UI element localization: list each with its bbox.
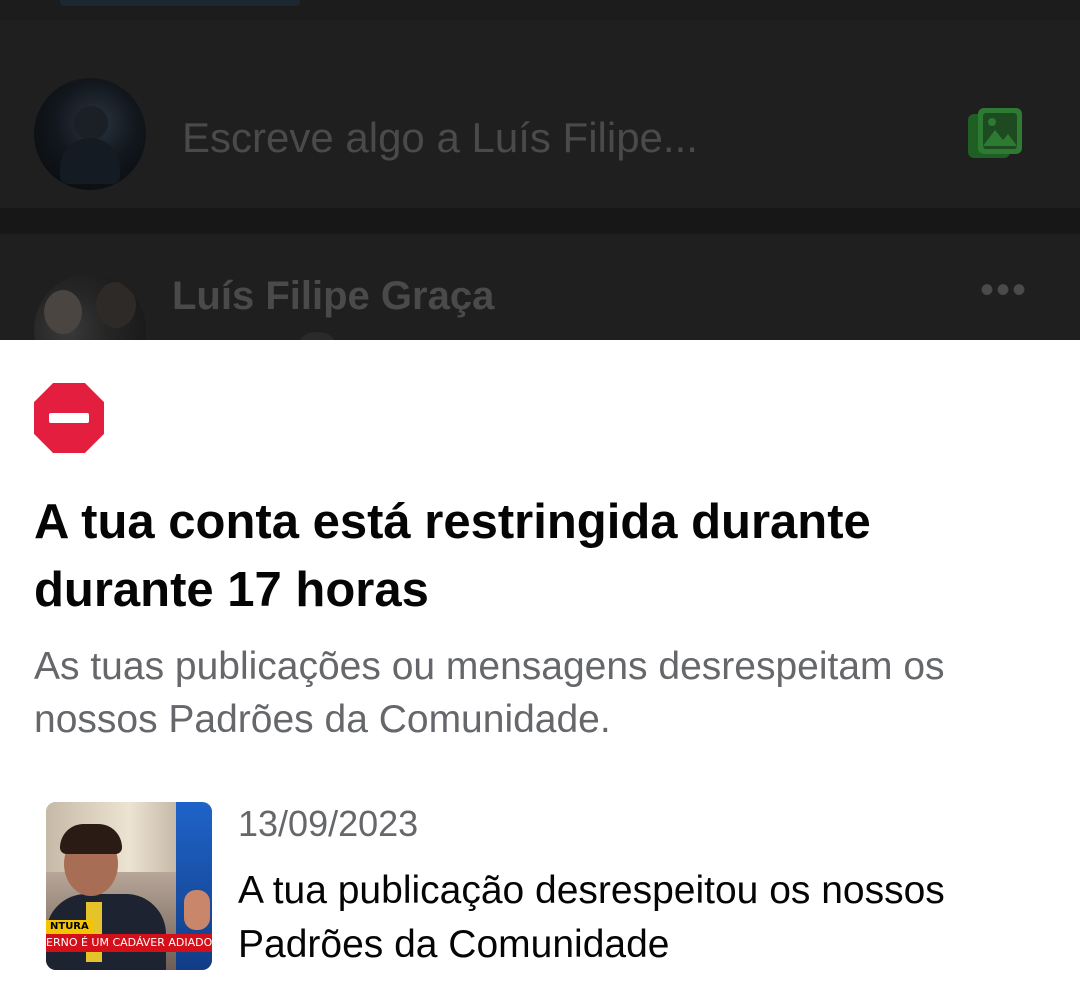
restriction-title: A tua conta está restringida durante dur… — [34, 495, 871, 617]
top-bar — [0, 0, 1080, 20]
top-bar-accent — [60, 0, 300, 6]
post-meta-fragment — [300, 332, 334, 340]
violation-item[interactable]: NTURA ERNO É UM CADÁVER ADIADO" 13/09/20… — [0, 802, 1080, 982]
background-feed: Escreve algo a Luís Filipe... Luís Filip… — [0, 0, 1080, 340]
feed-post: Luís Filipe Graça ••• — [0, 234, 1080, 340]
post-composer[interactable]: Escreve algo a Luís Filipe... — [0, 20, 1080, 208]
avatar-face — [96, 282, 136, 328]
stop-sign-icon — [34, 383, 104, 453]
feed-divider — [0, 208, 1080, 234]
more-options-icon[interactable]: ••• — [980, 270, 1028, 310]
restriction-description: As tuas publicações ou mensagens desresp… — [34, 645, 945, 741]
avatar-body — [60, 138, 120, 184]
post-author-name[interactable]: Luís Filipe Graça — [172, 274, 494, 319]
post-author-avatar[interactable] — [34, 274, 146, 340]
thumbnail-ticker-tag: NTURA — [46, 920, 93, 934]
avatar-face — [44, 290, 82, 334]
thumbnail-ticker: ERNO É UM CADÁVER ADIADO" — [46, 934, 212, 952]
avatar-head — [74, 106, 108, 140]
composer-placeholder[interactable]: Escreve algo a Luís Filipe... — [182, 114, 698, 162]
violation-thumbnail[interactable]: NTURA ERNO É UM CADÁVER ADIADO" — [46, 802, 212, 970]
photo-gallery-icon[interactable] — [966, 106, 1024, 162]
thumbnail-hair — [60, 824, 122, 854]
violation-date: 13/09/2023 — [238, 803, 419, 844]
violation-text: A tua publicação desrespeitou os nossos … — [238, 869, 945, 966]
thumbnail-hand — [184, 890, 210, 930]
composer-avatar[interactable] — [34, 78, 146, 190]
restriction-sheet: A tua conta está restringida durante dur… — [0, 340, 1080, 1004]
